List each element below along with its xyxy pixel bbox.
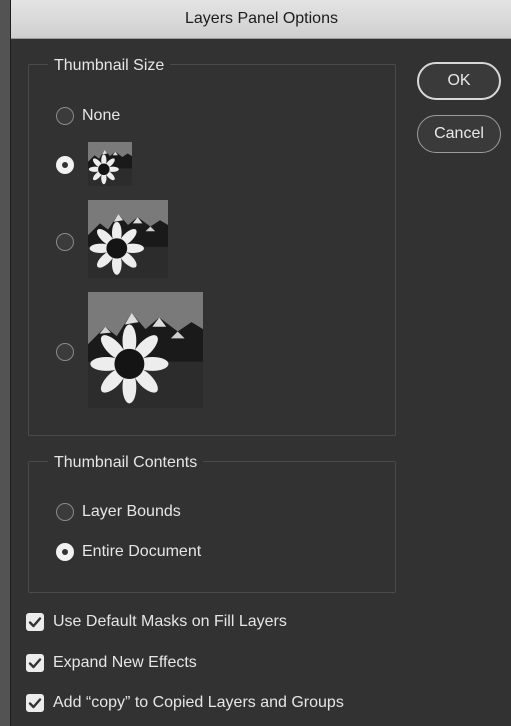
check-icon [28, 698, 42, 709]
layer-bounds-label[interactable]: Layer Bounds [82, 502, 181, 522]
layer-bounds-radio[interactable] [56, 503, 74, 521]
cancel-button-label: Cancel [434, 125, 484, 142]
thumbnail-size-large-radio[interactable] [56, 343, 74, 361]
check-icon [28, 617, 42, 628]
use-default-masks-checkbox[interactable] [26, 613, 44, 631]
layers-panel-options-dialog: Layers Panel Options Thumbnail Size None [10, 0, 511, 726]
thumbnail-size-medium-radio[interactable] [56, 233, 74, 251]
thumbnail-preview-large[interactable] [88, 292, 203, 408]
dialog-title-bar[interactable]: Layers Panel Options [11, 0, 511, 39]
ok-button[interactable]: OK [417, 62, 501, 100]
thumbnail-size-none-radio[interactable] [56, 107, 74, 125]
add-copy-label[interactable]: Add “copy” to Copied Layers and Groups [53, 693, 344, 713]
thumbnail-preview-medium[interactable] [88, 200, 168, 278]
thumbnail-size-none-label[interactable]: None [82, 106, 120, 126]
sunflower-mountain-thumbnail-icon [88, 200, 168, 278]
thumbnail-contents-group [28, 461, 396, 593]
ok-button-label: OK [447, 72, 471, 89]
dialog-title: Layers Panel Options [185, 10, 338, 27]
use-default-masks-label[interactable]: Use Default Masks on Fill Layers [53, 612, 287, 632]
sunflower-mountain-thumbnail-icon [88, 292, 203, 408]
thumbnail-contents-title: Thumbnail Contents [48, 453, 204, 473]
expand-new-effects-checkbox[interactable] [26, 654, 44, 672]
thumbnail-preview-small[interactable] [88, 142, 132, 186]
sunflower-mountain-thumbnail-icon [88, 142, 132, 186]
check-icon [28, 658, 42, 669]
entire-document-radio[interactable] [56, 543, 74, 561]
expand-new-effects-label[interactable]: Expand New Effects [53, 653, 197, 673]
cancel-button[interactable]: Cancel [417, 115, 501, 153]
entire-document-label[interactable]: Entire Document [82, 542, 201, 562]
thumbnail-size-small-radio[interactable] [56, 156, 74, 174]
add-copy-checkbox[interactable] [26, 694, 44, 712]
thumbnail-size-title: Thumbnail Size [48, 56, 171, 76]
